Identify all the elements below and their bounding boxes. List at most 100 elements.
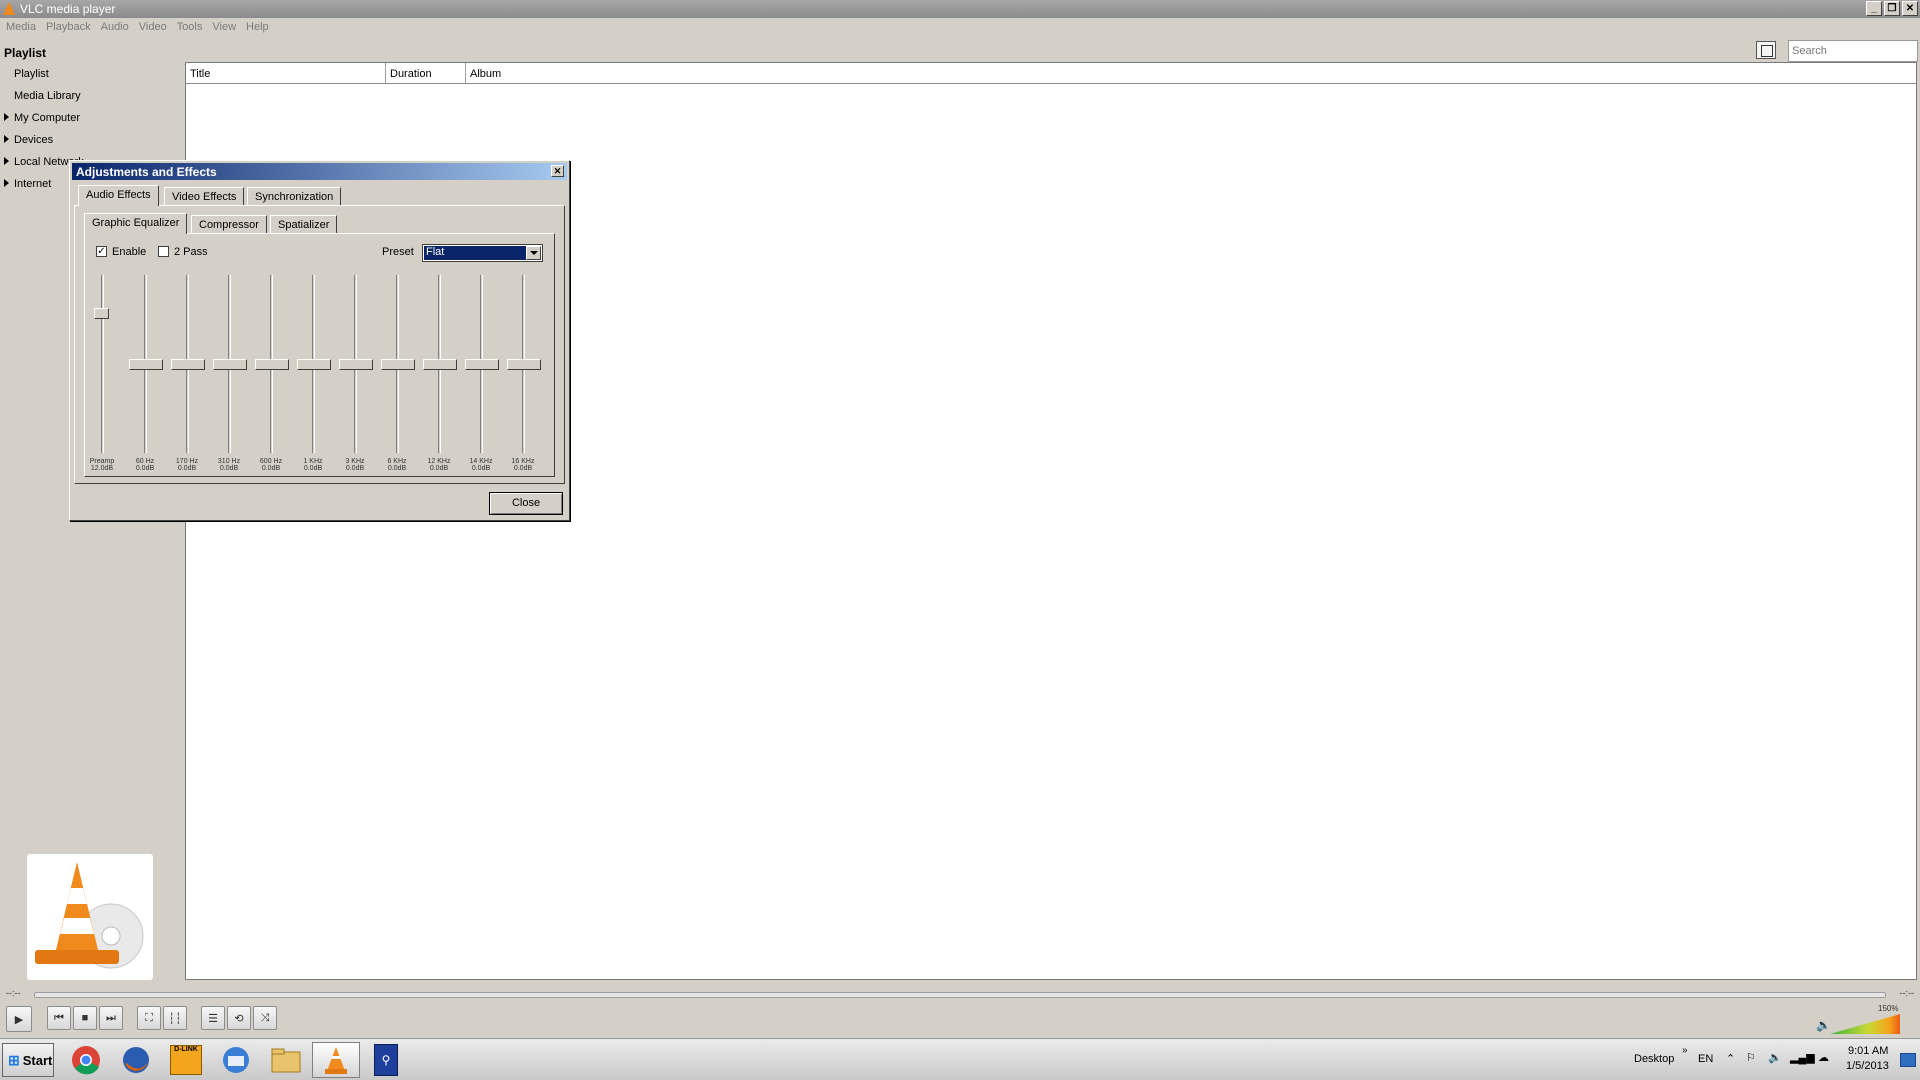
menu-playback[interactable]: Playback [42,18,97,37]
band-label: 60 Hz 0.0dB [135,458,155,472]
language-indicator[interactable]: EN [1698,1053,1713,1065]
start-button[interactable]: ⊞ Start [2,1043,54,1077]
remaining-time[interactable]: --:-- [1900,988,1915,998]
slider-thumb[interactable] [213,358,247,370]
show-hidden-icons-icon[interactable]: ⌃ [1726,1052,1735,1065]
chevron-down-icon[interactable] [526,246,541,260]
eq-slider-6khz[interactable]: 6 KHz 0.0dB [377,269,417,472]
network-icon[interactable]: ▂▄▆ [1790,1051,1815,1064]
vlc-cone-icon [3,2,15,15]
playlist-toggle-button[interactable]: ☰ [201,1006,225,1030]
menu-help[interactable]: Help [242,18,275,37]
menu-audio[interactable]: Audio [97,18,135,37]
slider-thumb[interactable] [129,358,163,370]
eq-slider-310hz[interactable]: 310 Hz 0.0dB [209,269,249,472]
stop-button[interactable]: ■ [73,1006,97,1030]
two-pass-checkbox[interactable] [158,246,169,257]
tab-synchronization[interactable]: Synchronization [247,187,342,205]
sidebar-item-my-computer[interactable]: My Computer [14,112,80,124]
subtab-spatializer[interactable]: Spatializer [270,215,338,233]
slider-thumb[interactable] [507,358,541,370]
previous-icon: ⏮ [54,1011,64,1024]
menu-video[interactable]: Video [135,18,173,37]
menu-media[interactable]: Media [2,18,42,37]
tab-audio-effects[interactable]: Audio Effects [78,185,159,206]
eq-slider-preamp[interactable]: Preamp 12.0dB [82,269,122,472]
menu-bar: Media Playback Audio Video Tools View He… [0,18,1920,37]
eq-slider-3khz[interactable]: 3 KHz 0.0dB [335,269,375,472]
slider-thumb[interactable] [171,358,205,370]
close-button[interactable]: Close [489,492,563,515]
slider-thumb[interactable] [465,358,499,370]
slider-thumb[interactable] [297,358,331,370]
eq-slider-12khz[interactable]: 12 KHz 0.0dB [419,269,459,472]
eq-slider-14khz[interactable]: 14 KHz 0.0dB [461,269,501,472]
thunderbird-icon[interactable] [212,1042,260,1078]
desktop-toolbar[interactable]: Desktop [1634,1053,1674,1065]
search-input[interactable]: Search [1788,40,1918,62]
eq-slider-60hz[interactable]: 60 Hz 0.0dB [125,269,165,472]
play-button[interactable]: ▶ [6,1006,32,1032]
sidebar-item-playlist[interactable]: Playlist [14,68,49,80]
dialog-close-icon[interactable]: ✕ [551,165,564,177]
loop-button[interactable]: ⟲ [227,1006,251,1030]
subtab-graphic-equalizer[interactable]: Graphic Equalizer [84,213,188,234]
chrome-icon[interactable] [62,1042,110,1078]
slider-thumb[interactable] [423,358,457,370]
action-center-icon[interactable] [1900,1053,1916,1067]
eq-slider-1khz[interactable]: 1 KHz 0.0dB [293,269,333,472]
column-title[interactable]: Title [186,63,386,83]
subtab-compressor[interactable]: Compressor [191,215,267,233]
expand-arrow-icon[interactable] [4,135,9,143]
loop-icon: ⟲ [234,1012,244,1025]
eq-slider-170hz[interactable]: 170 Hz 0.0dB [167,269,207,472]
eq-slider-600hz[interactable]: 600 Hz 0.0dB [251,269,291,472]
close-window-button[interactable]: ✕ [1902,1,1918,16]
preset-select[interactable]: Flat [422,244,543,262]
sidebar-item-internet[interactable]: Internet [14,178,51,190]
dialog-titlebar: Adjustments and Effects ✕ [72,163,567,180]
slider-thumb[interactable] [381,358,415,370]
tool-icon[interactable]: ⚲ [362,1042,410,1078]
expand-arrow-icon[interactable] [4,157,9,165]
elapsed-time: --:-- [6,988,21,998]
extended-settings-button[interactable]: ┆┆ [163,1006,187,1030]
shuffle-button[interactable]: ⤨ [253,1006,277,1030]
seek-slider[interactable] [34,992,1886,998]
band-label: 170 Hz 0.0dB [175,458,199,472]
column-album[interactable]: Album [466,63,1916,83]
expand-arrow-icon[interactable] [4,113,9,121]
dlink-icon[interactable]: D-LINK [162,1042,210,1078]
playlist-view-button[interactable] [1756,41,1776,59]
slider-thumb[interactable] [255,358,289,370]
tab-video-effects[interactable]: Video Effects [164,187,245,205]
slider-thumb[interactable] [94,308,109,320]
slider-thumb[interactable] [339,358,373,370]
shuffle-icon: ⤨ [260,1011,270,1024]
menu-tools[interactable]: Tools [173,18,209,37]
band-label: 1 KHz 0.0dB [303,458,323,472]
cloud-icon[interactable]: ☁ [1818,1051,1829,1064]
column-duration[interactable]: Duration [386,63,466,83]
sidebar-item-devices[interactable]: Devices [14,134,53,146]
speaker-icon[interactable]: 🔈 [1816,1018,1831,1032]
flag-icon[interactable]: ⚐ [1746,1051,1756,1064]
speaker-tray-icon[interactable]: 🔈 [1768,1051,1782,1064]
eq-slider-16khz[interactable]: 16 KHz 0.0dB [503,269,543,472]
previous-button[interactable]: ⏮ [47,1006,71,1030]
vlc-icon[interactable] [312,1042,360,1078]
next-button[interactable]: ⏭ [99,1006,123,1030]
firefox-icon[interactable] [112,1042,160,1078]
clock-date[interactable]: 1/5/2013 [1846,1060,1889,1072]
expand-arrow-icon[interactable] [4,179,9,187]
volume-slider[interactable]: 🔈 150% [1816,1004,1916,1034]
clock-time[interactable]: 9:01 AM [1848,1045,1888,1057]
folder-icon[interactable] [262,1042,310,1078]
sidebar-item-media-library[interactable]: Media Library [14,90,81,102]
chevron-right-icon[interactable]: » [1682,1045,1688,1056]
fullscreen-button[interactable]: ⛶ [137,1006,161,1030]
restore-button[interactable]: ❐ [1884,1,1900,16]
menu-view[interactable]: View [208,18,242,37]
enable-checkbox[interactable]: ✓ [96,246,107,257]
minimize-button[interactable]: _ [1866,1,1882,16]
